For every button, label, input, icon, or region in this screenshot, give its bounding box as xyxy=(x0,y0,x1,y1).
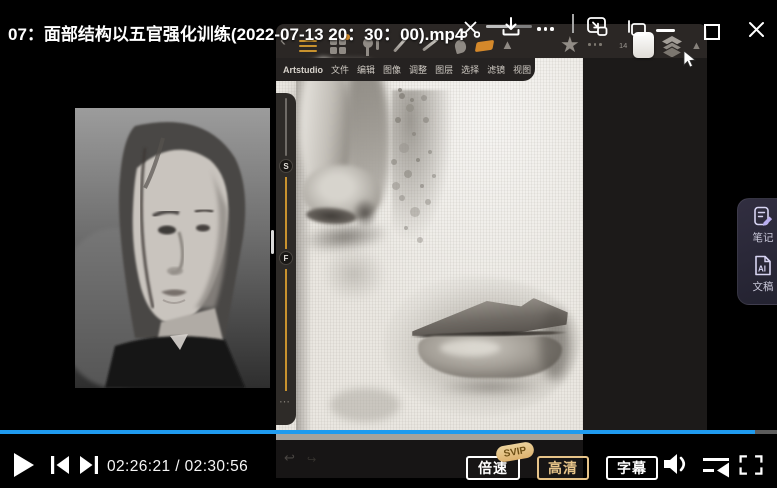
menu-layer: 图层 xyxy=(435,63,453,76)
artstudio-canvas xyxy=(276,58,583,434)
fullscreen-icon[interactable] xyxy=(738,453,764,482)
quality-button[interactable]: 高清 xyxy=(537,456,589,480)
menu-filter: 滤镜 xyxy=(487,63,505,76)
notes-button[interactable]: 笔记 xyxy=(738,206,777,245)
mouse-cursor xyxy=(683,50,696,74)
previous-button[interactable] xyxy=(48,455,72,480)
more-options-icon[interactable] xyxy=(537,27,554,31)
video-title: 07：面部结构以五官强化训练(2022-07-13 20：30：00).mp4 xyxy=(8,20,464,45)
sidebar-more-icon: ⋯ xyxy=(279,395,291,408)
toolbar-more-icon xyxy=(588,43,602,46)
minimize-button[interactable] xyxy=(656,29,675,32)
close-button[interactable] xyxy=(748,21,765,43)
flow-slider-badge: F xyxy=(279,251,293,265)
transcript-button[interactable]: AI 文稿 xyxy=(738,255,777,294)
edge-handle xyxy=(271,230,274,254)
titlebar-divider xyxy=(572,14,574,33)
menu-edit: 编辑 xyxy=(357,63,375,76)
progress-played xyxy=(0,430,755,434)
next-button[interactable] xyxy=(77,455,101,480)
playlist-icon[interactable] xyxy=(701,454,731,483)
undo-icon: ↩ xyxy=(284,450,295,466)
menu-image: 图像 xyxy=(383,63,401,76)
slider-track xyxy=(285,98,287,156)
clip-scissors-icon[interactable] xyxy=(460,18,480,43)
notes-side-panel: 笔记 AI 文稿 xyxy=(737,198,777,305)
app-empty-area xyxy=(583,58,707,433)
favorites-star-icon: ★ xyxy=(560,32,580,58)
volume-icon[interactable] xyxy=(661,451,691,482)
dock-window-icon[interactable] xyxy=(626,20,648,43)
flow-slider-track xyxy=(285,269,287,391)
menu-adjust: 调整 xyxy=(409,63,427,76)
note-pencil-icon xyxy=(753,206,773,228)
layers-icon xyxy=(661,35,683,62)
subtitle-button[interactable]: 字幕 xyxy=(606,456,658,480)
artstudio-menubar: Artstudio 文件 编辑 图像 调整 图层 选择 滤镜 视图 xyxy=(276,58,535,81)
play-button[interactable] xyxy=(13,452,35,483)
time-display: 02:26:21 / 02:30:56 xyxy=(107,458,248,476)
size-slider-badge: S xyxy=(279,159,293,173)
notes-label: 笔记 xyxy=(753,230,774,245)
transcript-label: 文稿 xyxy=(753,279,774,294)
maximize-button[interactable] xyxy=(704,24,720,40)
download-icon[interactable] xyxy=(501,16,521,42)
mini-window-icon[interactable] xyxy=(587,17,608,42)
progress-bar[interactable] xyxy=(0,430,777,434)
redo-icon: ↪ xyxy=(307,453,316,466)
document-ai-icon: AI xyxy=(753,255,773,277)
menu-file: 文件 xyxy=(331,63,349,76)
svg-text:AI: AI xyxy=(758,265,766,274)
app-name: Artstudio xyxy=(283,65,323,75)
size-slider-track xyxy=(285,177,287,249)
reference-photo xyxy=(75,108,270,388)
menu-select: 选择 xyxy=(461,63,479,76)
menu-view: 视图 xyxy=(513,63,531,76)
player-window: ↩ ↪ ‹ ▲ ★ 14 ▲ Artstudio 文件 编辑 图像 调整 图层 … xyxy=(0,0,777,488)
brush-slider-sidebar: S F ⋯ xyxy=(276,93,296,425)
